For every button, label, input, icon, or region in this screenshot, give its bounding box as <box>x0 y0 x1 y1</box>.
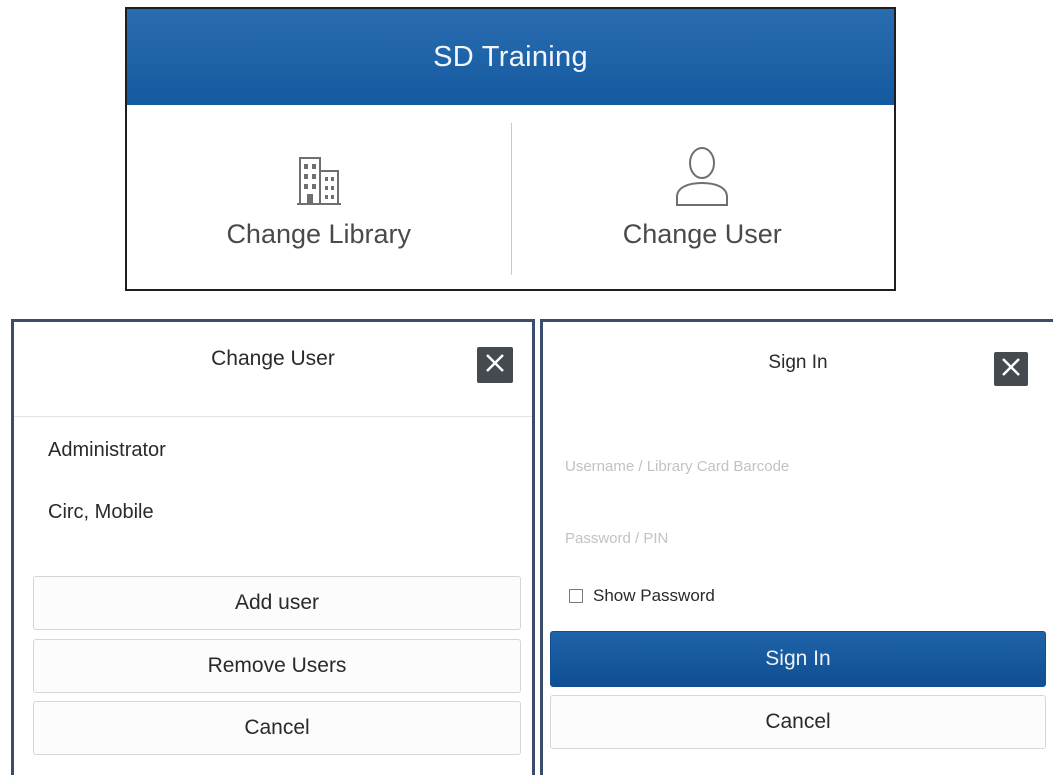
remove-users-button[interactable]: Remove Users <box>33 639 521 693</box>
add-user-button[interactable]: Add user <box>33 576 521 630</box>
change-library-button[interactable]: Change Library <box>127 105 511 289</box>
library-user-panel: SD Training Change Library Change User <box>125 7 896 291</box>
change-library-label: Change Library <box>226 219 412 249</box>
dialog-title: Change User <box>211 347 335 370</box>
user-list-item[interactable]: Circ, Mobile <box>48 501 154 524</box>
change-user-dialog: Change User Administrator Circ, Mobile A… <box>11 319 535 775</box>
show-password-toggle[interactable]: Show Password <box>569 586 715 606</box>
option-divider <box>511 123 512 275</box>
panel-header: SD Training <box>127 9 894 105</box>
sign-in-button[interactable]: Sign In <box>550 631 1046 687</box>
user-icon <box>673 145 731 207</box>
close-button[interactable] <box>477 347 513 383</box>
sign-in-dialog: Sign In Show Password Sign In Cancel <box>540 319 1053 775</box>
show-password-checkbox[interactable] <box>569 589 583 603</box>
user-list-item[interactable]: Administrator <box>48 439 166 462</box>
change-user-button[interactable]: Change User <box>511 105 895 289</box>
close-icon <box>1001 357 1021 382</box>
close-button[interactable] <box>994 352 1028 386</box>
building-icon <box>296 145 341 207</box>
show-password-label: Show Password <box>593 586 715 605</box>
password-field[interactable] <box>565 518 1025 558</box>
title-divider <box>14 416 532 417</box>
cancel-button[interactable]: Cancel <box>33 701 521 755</box>
dialog-title: Sign In <box>768 352 828 373</box>
change-user-label: Change User <box>622 219 782 249</box>
username-field[interactable] <box>565 446 1025 486</box>
cancel-button[interactable]: Cancel <box>550 695 1046 749</box>
panel-body: Change Library Change User <box>127 105 894 289</box>
close-icon <box>485 353 505 378</box>
library-title: SD Training <box>433 40 588 73</box>
